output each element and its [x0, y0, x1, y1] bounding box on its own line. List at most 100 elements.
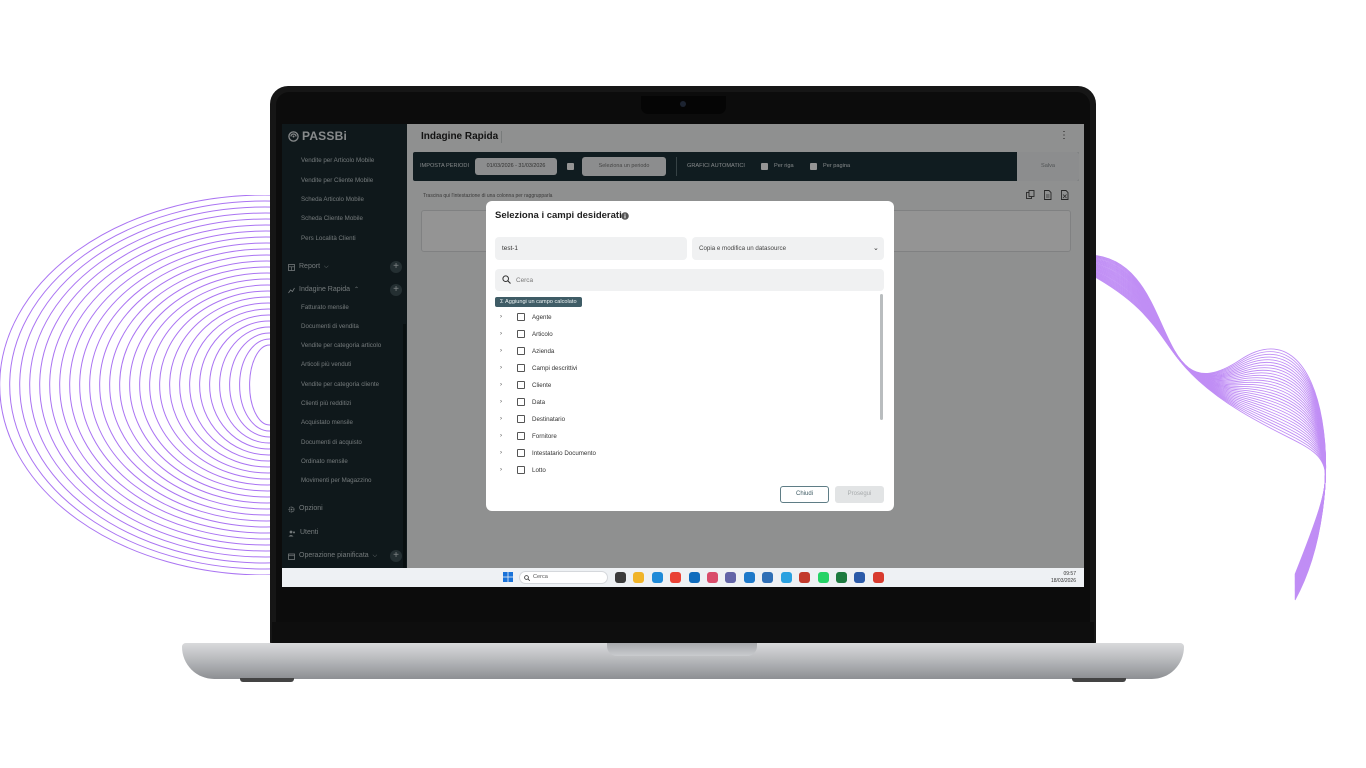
wave-line	[1090, 271, 1326, 578]
chevron-right-icon[interactable]: ›	[500, 433, 510, 439]
chevron-right-icon[interactable]: ›	[500, 467, 510, 473]
field-row[interactable]: › Fornitore	[500, 429, 557, 443]
field-checkbox[interactable]	[517, 398, 525, 406]
wave-line	[29, 212, 285, 558]
clock-time[interactable]: 09:57	[1038, 571, 1076, 577]
field-checkbox[interactable]	[517, 313, 525, 321]
sigma-icon: Σ	[500, 299, 504, 305]
wave-line	[1090, 267, 1326, 583]
field-checkbox[interactable]	[517, 364, 525, 372]
wave-line	[1090, 272, 1326, 577]
laptop-foot-right	[1072, 678, 1126, 682]
field-checkbox[interactable]	[517, 381, 525, 389]
field-row[interactable]: › Cliente	[500, 378, 551, 392]
field-checkbox[interactable]	[517, 432, 525, 440]
laptop-opening-notch	[607, 643, 757, 656]
wave-line	[1090, 269, 1326, 580]
field-checkbox[interactable]	[517, 330, 525, 338]
search-icon	[502, 275, 511, 284]
chevron-right-icon[interactable]: ›	[500, 314, 510, 320]
wave-line	[1090, 264, 1326, 587]
wave-line	[1090, 270, 1326, 580]
field-label: Destinatario	[532, 415, 566, 423]
wave-line	[1090, 269, 1326, 581]
word-app-icon[interactable]	[854, 572, 865, 583]
info-icon[interactable]	[621, 212, 629, 220]
wave-line	[119, 266, 285, 504]
wave-line	[1090, 263, 1326, 588]
decorative-wave-right	[1090, 254, 1326, 601]
wave-line	[1090, 262, 1326, 590]
edge-icon[interactable]	[652, 572, 663, 583]
whatsapp-icon[interactable]	[818, 572, 829, 583]
dialog-title: Seleziona i campi desiderati	[495, 210, 622, 221]
wave-line	[1090, 265, 1326, 586]
wave-line	[99, 254, 285, 516]
datasource-name-input[interactable]	[495, 237, 687, 260]
add-calculated-field-button[interactable]: Σ Aggiungi un campo calcolato	[495, 297, 582, 307]
file-explorer-icon[interactable]	[615, 572, 626, 583]
field-search-box[interactable]	[495, 269, 884, 291]
wave-line	[89, 248, 285, 522]
windows-taskbar: Cerca 09:57 18/03/2026	[282, 568, 1084, 587]
teams-icon[interactable]	[725, 572, 736, 583]
field-row[interactable]: › Articolo	[500, 327, 553, 341]
field-label: Lotto	[532, 466, 546, 474]
wave-line	[1090, 263, 1326, 589]
app-icon[interactable]	[781, 572, 792, 583]
field-row[interactable]: › Campi descrittivi	[500, 361, 577, 375]
datasource-select[interactable]: Copia e modifica un datasource ⌄	[692, 237, 884, 260]
outlook-icon[interactable]	[689, 572, 700, 583]
chevron-right-icon[interactable]: ›	[500, 382, 510, 388]
mail-icon[interactable]	[762, 572, 773, 583]
camera-icon	[680, 101, 686, 107]
folder-icon[interactable]	[633, 572, 644, 583]
field-checkbox[interactable]	[517, 347, 525, 355]
wave-line	[1090, 254, 1326, 601]
wave-line	[39, 218, 285, 552]
field-search-input[interactable]	[516, 269, 876, 291]
chevron-right-icon[interactable]: ›	[500, 365, 510, 371]
field-row[interactable]: › Azienda	[500, 344, 554, 358]
clock-date[interactable]: 18/03/2026	[1038, 578, 1076, 584]
add-calculated-field-label: Aggiungi un campo calcolato	[505, 299, 577, 305]
field-row[interactable]: › Lotto	[500, 463, 546, 477]
field-row[interactable]: › Intestatario Documento	[500, 446, 596, 460]
chevron-right-icon[interactable]: ›	[500, 416, 510, 422]
settings-app-icon[interactable]	[707, 572, 718, 583]
wave-line	[0, 195, 285, 575]
wave-line	[1090, 255, 1326, 600]
field-checkbox[interactable]	[517, 449, 525, 457]
sp-icon[interactable]	[799, 572, 810, 583]
chevron-right-icon[interactable]: ›	[500, 331, 510, 337]
field-row[interactable]: › Destinatario	[500, 412, 565, 426]
chrome-icon[interactable]	[670, 572, 681, 583]
wave-line	[139, 278, 285, 492]
field-label: Cliente	[532, 381, 552, 389]
wave-line	[1090, 273, 1326, 576]
wave-line	[1090, 268, 1326, 582]
proceed-button[interactable]: Prosegui	[835, 486, 884, 503]
wave-line	[109, 260, 285, 510]
maps-icon[interactable]	[744, 572, 755, 583]
chevron-right-icon[interactable]: ›	[500, 450, 510, 456]
close-button[interactable]: Chiudi	[780, 486, 829, 503]
field-row[interactable]: › Agente	[500, 310, 552, 324]
search-icon	[524, 575, 530, 581]
wave-line	[1090, 271, 1326, 579]
taskbar-search-label: Cerca	[533, 574, 548, 580]
taskbar-search[interactable]: Cerca	[519, 571, 608, 584]
wave-line	[1090, 265, 1326, 587]
windows-start-icon[interactable]	[503, 572, 513, 582]
acrobat-icon[interactable]	[873, 572, 884, 583]
field-checkbox[interactable]	[517, 466, 525, 474]
field-list-scrollbar[interactable]	[880, 294, 883, 420]
field-checkbox[interactable]	[517, 415, 525, 423]
field-label: Agente	[532, 313, 552, 321]
datasource-select-value: Copia e modifica un datasource	[699, 245, 787, 252]
field-row[interactable]: › Data	[500, 395, 545, 409]
excel-app-icon[interactable]	[836, 572, 847, 583]
chevron-right-icon[interactable]: ›	[500, 399, 510, 405]
chevron-right-icon[interactable]: ›	[500, 348, 510, 354]
wave-line	[1090, 267, 1326, 584]
